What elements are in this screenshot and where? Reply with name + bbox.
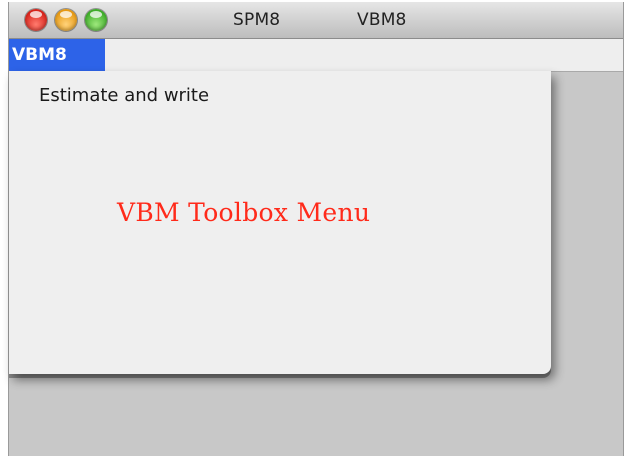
menu-vbm8[interactable]: VBM8 (9, 39, 105, 71)
zoom-window-icon[interactable] (85, 9, 107, 31)
menu-item-estimate-and-write[interactable]: Estimate and write (39, 85, 209, 106)
title-bar[interactable]: SPM8 VBM8 (9, 2, 623, 39)
annotation-caption: VBM Toolbox Menu (117, 198, 371, 227)
minimize-window-icon[interactable] (55, 9, 77, 31)
title-label-vbm8: VBM8 (357, 10, 407, 30)
menu-bar: VBM8 (9, 39, 623, 72)
close-window-icon[interactable] (25, 9, 47, 31)
app-window: SPM8 VBM8 VBM8 Estimate and write (8, 2, 624, 456)
title-label-spm8: SPM8 (233, 10, 281, 30)
screen: SPM8 VBM8 VBM8 Estimate and write VBM To… (0, 0, 630, 456)
